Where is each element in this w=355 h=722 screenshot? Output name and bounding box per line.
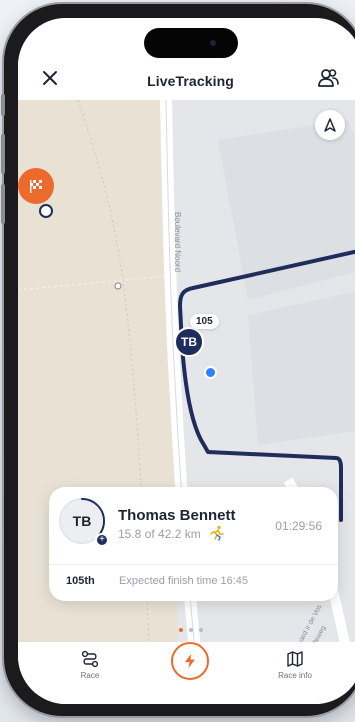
screen: Boulevard Noord Boulevard Ir de Vos van …: [18, 18, 355, 704]
page-title: LiveTracking: [147, 73, 234, 89]
page-dot: [178, 628, 183, 632]
elapsed-time: 01:29:56: [275, 519, 322, 533]
side-button-action: [1, 94, 5, 116]
svg-text:Boulevard Noord: Boulevard Noord: [173, 212, 182, 272]
dynamic-island: [144, 28, 238, 58]
finish-marker[interactable]: [18, 168, 54, 204]
divider: [49, 564, 338, 565]
side-button-volume-up: [1, 134, 5, 174]
checkered-flag-icon: [30, 180, 42, 193]
race-position: 105th: [66, 575, 95, 587]
plus-icon: +: [95, 533, 109, 547]
side-button-volume-down: [1, 184, 5, 224]
tab-race-info[interactable]: Race info: [260, 650, 330, 680]
navigation-arrow-icon: [324, 118, 336, 132]
bottom-navigation: Race Race info: [18, 642, 355, 704]
expected-finish-time: Expected finish time 16:45: [119, 575, 249, 587]
runner-name: Thomas Bennett: [118, 507, 236, 524]
tab-race-label: Race: [80, 671, 100, 680]
running-person-icon: [210, 525, 224, 541]
live-action-button[interactable]: [171, 642, 209, 680]
map-icon: [287, 651, 303, 667]
users-icon[interactable]: [317, 67, 339, 89]
route-icon: [81, 650, 99, 668]
page-dot: [198, 628, 203, 632]
tab-race-info-label: Race info: [278, 671, 312, 680]
my-location-dot: [204, 366, 217, 379]
phone-frame: Boulevard Noord Boulevard Ir de Vos van …: [1, 4, 355, 716]
finish-location-dot: [39, 204, 53, 218]
bib-number-label: 105: [190, 314, 219, 329]
recenter-compass-button[interactable]: [315, 110, 345, 140]
page-dot: [188, 628, 193, 632]
page-indicator[interactable]: [18, 628, 355, 632]
runner-map-marker[interactable]: TB: [174, 327, 204, 357]
runner-card[interactable]: TB + Thomas Bennett 15.8 of 42.2 km 01:2…: [49, 487, 338, 601]
runner-distance: 15.8 of 42.2 km: [118, 527, 201, 541]
tab-race[interactable]: Race: [55, 650, 125, 680]
lightning-bolt-icon: [185, 654, 195, 668]
